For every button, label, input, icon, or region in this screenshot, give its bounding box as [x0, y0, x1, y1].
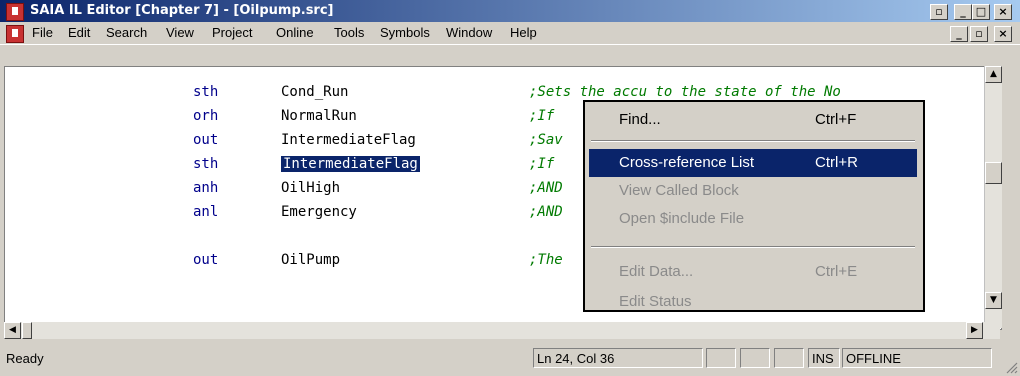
code-operand: OilHigh [281, 180, 341, 196]
scroll-down-icon[interactable]: ▼ [985, 292, 1002, 309]
doc-close-icon[interactable]: × [994, 26, 1012, 42]
status-bar: Ready Ln 24, Col 36 INS OFFLINE [0, 342, 1020, 376]
menu-item-find[interactable]: Find... Ctrl+F [589, 106, 917, 134]
code-comment: ;The [529, 252, 563, 268]
title-bar: SAIA IL Editor [Chapter 7] - [Oilpump.sr… [0, 0, 1020, 22]
code-opcode: anh [193, 180, 219, 196]
restore-icon[interactable]: ▫ [930, 4, 948, 20]
menu-item-view-called-block[interactable]: View Called Block [589, 177, 917, 205]
menu-project[interactable]: Project [212, 25, 252, 40]
code-operand: IntermediateFlag [281, 132, 416, 148]
menu-item-edit-status[interactable]: Edit Status [589, 288, 917, 310]
menu-edit[interactable]: Edit [68, 25, 90, 40]
code-comment: ;If [529, 108, 555, 124]
menu-item-open-include-file[interactable]: Open $include File [589, 205, 917, 233]
code-opcode: sth [193, 84, 219, 100]
maximize-icon[interactable]: □ [972, 4, 990, 20]
status-panel-empty [706, 348, 736, 368]
menu-item-label: Open $include File [619, 210, 745, 227]
menu-search[interactable]: Search [106, 25, 147, 40]
context-menu: Find... Ctrl+F Cross-reference List Ctrl… [583, 100, 925, 312]
menu-symbols[interactable]: Symbols [380, 25, 430, 40]
code-opcode: out [193, 132, 219, 148]
code-operand: Cond_Run [281, 84, 349, 100]
menu-file[interactable]: File [32, 25, 53, 40]
menu-item-label: Cross-reference List [619, 154, 755, 171]
code-opcode: orh [193, 108, 219, 124]
menu-item-shortcut: Ctrl+R [815, 154, 858, 171]
saia-app-icon[interactable] [6, 3, 24, 21]
code-comment: ;Sets the accu to the state of the No [529, 84, 841, 100]
close-icon[interactable]: × [994, 4, 1012, 20]
vertical-scrollbar[interactable]: ▲ ▼ [984, 66, 1002, 328]
scroll-left-icon[interactable]: ◀ [4, 322, 21, 339]
hscroll-thumb[interactable] [22, 322, 32, 339]
minimize-icon[interactable]: _ [954, 4, 972, 20]
code-comment: ;AND [529, 180, 563, 196]
menu-tools[interactable]: Tools [334, 25, 364, 40]
menu-window[interactable]: Window [446, 25, 492, 40]
status-panel-empty [774, 348, 804, 368]
menu-item-edit-data[interactable]: Edit Data... Ctrl+E [589, 258, 917, 286]
menu-separator [591, 246, 915, 248]
menu-item-cross-reference[interactable]: Cross-reference List Ctrl+R [589, 149, 917, 177]
status-ready: Ready [6, 351, 44, 366]
code-comment: ;AND [529, 204, 563, 220]
menu-item-label: View Called Block [619, 182, 739, 199]
menu-item-label: Find... [619, 111, 661, 128]
menu-item-shortcut: Ctrl+E [815, 263, 858, 280]
status-mode: OFFLINE [842, 348, 992, 368]
menu-bar: File Edit Search View Project Online Too… [0, 22, 1020, 45]
horizontal-scrollbar[interactable]: ◀ ▶ [4, 322, 1000, 339]
status-panel-empty [740, 348, 770, 368]
selected-operand: IntermediateFlag [281, 156, 420, 172]
menu-item-label: Edit Data... [619, 263, 694, 280]
document-icon[interactable] [6, 25, 24, 43]
doc-restore-icon[interactable]: ▫ [970, 26, 988, 42]
menu-help[interactable]: Help [510, 25, 537, 40]
code-operand: Emergency [281, 204, 357, 220]
menu-online[interactable]: Online [276, 25, 314, 40]
window-title: SAIA IL Editor [Chapter 7] - [Oilpump.sr… [30, 3, 334, 18]
status-ins: INS [808, 348, 840, 368]
code-operand: NormalRun [281, 108, 357, 124]
scroll-thumb[interactable] [985, 162, 1002, 184]
code-opcode: sth [193, 156, 219, 172]
menu-view[interactable]: View [166, 25, 194, 40]
resize-grip-icon[interactable] [1006, 362, 1018, 374]
code-operand: OilPump [281, 252, 341, 268]
code-opcode: out [193, 252, 219, 268]
scroll-right-icon[interactable]: ▶ [966, 322, 983, 339]
status-position: Ln 24, Col 36 [533, 348, 703, 368]
scroll-up-icon[interactable]: ▲ [985, 66, 1002, 83]
menu-item-label: Edit Status [619, 293, 692, 310]
doc-minimize-icon[interactable]: _ [950, 26, 968, 42]
code-comment: ;Sav [529, 132, 563, 148]
menu-item-shortcut: Ctrl+F [815, 111, 857, 128]
code-comment: ;If [529, 156, 555, 172]
code-opcode: anl [193, 204, 219, 220]
menu-separator [591, 140, 915, 142]
